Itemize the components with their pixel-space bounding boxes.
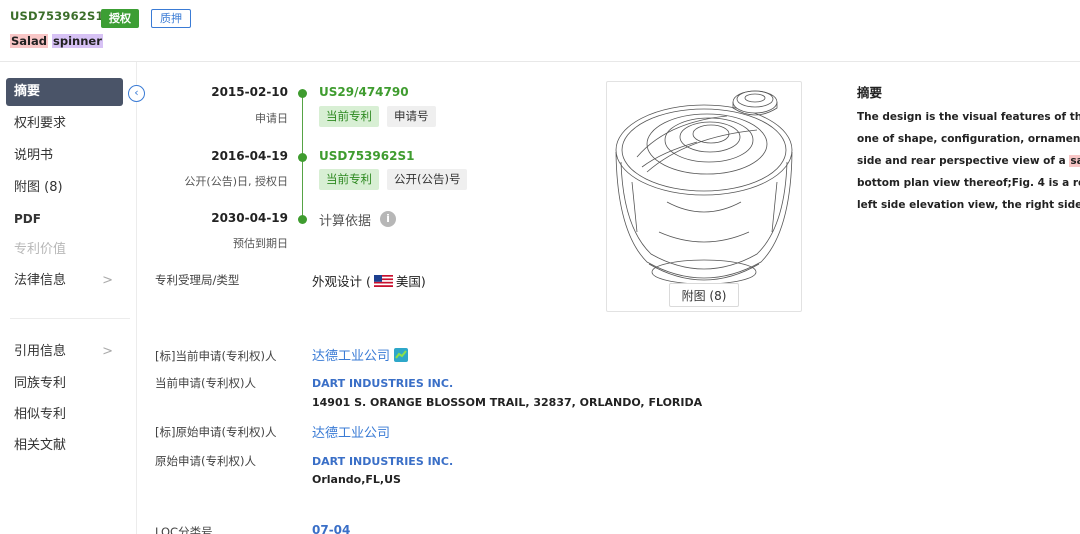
office-type-text: 外观设计 ( — [312, 274, 371, 289]
sidebar-item-family[interactable]: 同族专利 — [6, 370, 123, 398]
abstract-title: 摘要 — [857, 85, 883, 100]
sidebar-item-label: 引用信息 — [14, 344, 67, 359]
loc-class-label: LOC分类号 — [155, 525, 213, 534]
sidebar-item-pdf[interactable]: PDF — [6, 205, 123, 233]
current-applicant-address: 14901 S. ORANGE BLOSSOM TRAIL, 32837, OR… — [312, 396, 703, 409]
current-applicant-label: 当前申请(专利权)人 — [155, 376, 256, 390]
info-icon[interactable]: i — [380, 211, 396, 227]
country-text: 美国 — [395, 274, 421, 289]
timeline-dot — [298, 89, 307, 98]
publication-date-caption: 公开(公告)日, 授权日 — [184, 175, 288, 188]
patent-title: Salad spinner — [10, 34, 103, 48]
original-applicant-value: DART INDUSTRIES INC. — [312, 453, 453, 468]
sidebar-item-description[interactable]: 说明书 — [6, 142, 123, 170]
pledge-badge[interactable]: 质押 — [151, 9, 191, 28]
original-applicant-label: 原始申请(专利权)人 — [155, 454, 256, 468]
office-type-label: 专利受理局/类型 — [155, 273, 240, 287]
title-word-highlight: Salad — [10, 34, 48, 48]
sidebar-item-similar[interactable]: 相似专利 — [6, 401, 123, 429]
title-word-highlight: spinner — [52, 34, 103, 48]
publication-number[interactable]: USD753962S1 — [319, 149, 414, 163]
timeline-dot — [298, 153, 307, 162]
abstract-line: one of shape, configuration, ornament or — [857, 133, 1080, 145]
abstract-line: side and rear perspective view of a sala… — [857, 155, 1080, 167]
sidebar-item-patent-value: 专利价值 — [14, 242, 67, 257]
status-badge: 授权 — [101, 9, 139, 28]
std-original-applicant-link[interactable]: 达德工业公司 — [312, 426, 390, 441]
sidebar-item-claims[interactable]: 权利要求 — [6, 110, 123, 138]
sidebar-item-figures[interactable]: 附图 (8) — [6, 174, 123, 202]
sidebar-item-label: 法律信息 — [14, 273, 67, 288]
loc-class-value: 07-04 — [312, 522, 350, 534]
sidebar-item-legal-info[interactable]: 法律信息 > — [6, 267, 123, 295]
sidebar-item-related-docs[interactable]: 相关文献 — [6, 432, 123, 460]
publication-date: 2016-04-19 — [211, 149, 288, 163]
current-applicant-value: DART INDUSTRIES INC. — [312, 375, 453, 390]
abstract-highlight: salad — [1069, 155, 1080, 167]
current-applicant-link[interactable]: DART INDUSTRIES INC. — [312, 377, 453, 390]
patent-number[interactable]: USD753962S1 — [10, 9, 104, 23]
std-current-applicant-label: [标]当前申请(专利权)人 — [155, 349, 277, 363]
salad-spinner-drawing — [615, 90, 793, 285]
abstract-line: The design is the visual features of the… — [857, 111, 1080, 123]
application-number[interactable]: US29/474790 — [319, 85, 409, 99]
publication-number-chip: 公开(公告)号 — [387, 169, 468, 190]
sidebar: 摘要 权利要求 说明书 附图 (8) PDF 专利价值 法律信息 > 引用信息 … — [0, 62, 137, 534]
std-original-applicant-label: [标]原始申请(专利权)人 — [155, 425, 277, 439]
abstract-line: bottom plan view thereof;Fig. 4 is a rea… — [857, 177, 1080, 189]
original-applicant-address: Orlando,FL,US — [312, 473, 401, 486]
std-original-applicant-value: 达德工业公司 — [312, 422, 390, 441]
timeline-dot — [298, 215, 307, 224]
chevron-right-icon: > — [102, 344, 113, 359]
std-current-applicant-value: 达德工业公司 — [312, 345, 409, 364]
original-applicant-link[interactable]: DART INDUSTRIES INC. — [312, 455, 453, 468]
figure-panel[interactable] — [606, 81, 802, 312]
figures-button[interactable]: 附图 (8) — [669, 283, 739, 307]
abstract-text: side and rear perspective view of a — [857, 155, 1070, 167]
application-date-caption: 申请日 — [255, 112, 288, 125]
current-patent-chip: 当前专利 — [319, 106, 379, 127]
abstract-line: left side elevation view, the right side… — [857, 199, 1080, 211]
calculation-basis-label: 计算依据 — [319, 214, 372, 229]
sidebar-item-citations[interactable]: 引用信息 > — [6, 338, 123, 366]
us-flag-icon — [373, 275, 393, 287]
trend-chart-icon[interactable] — [394, 348, 409, 362]
application-date: 2015-02-10 — [211, 85, 288, 99]
current-patent-chip: 当前专利 — [319, 169, 379, 190]
std-current-applicant-link[interactable]: 达德工业公司 — [312, 349, 390, 364]
sidebar-item-abstract[interactable]: 摘要 — [6, 78, 123, 106]
expiry-date: 2030-04-19 — [211, 211, 288, 225]
chevron-left-icon[interactable]: ‹ — [128, 85, 145, 102]
chevron-right-icon: > — [102, 273, 113, 288]
application-number-chip: 申请号 — [387, 106, 436, 127]
abstract-text: The design is the visual features of the — [857, 111, 1080, 123]
patent-header: USD753962S1 授权 质押 Salad spinner — [0, 0, 1080, 62]
office-type-value: 外观设计 ( 美国) — [312, 271, 426, 290]
expiry-date-caption: 预估到期日 — [233, 237, 288, 250]
office-type-close: ) — [420, 274, 426, 289]
sidebar-divider — [10, 318, 130, 319]
loc-class-link[interactable]: 07-04 — [312, 523, 350, 534]
